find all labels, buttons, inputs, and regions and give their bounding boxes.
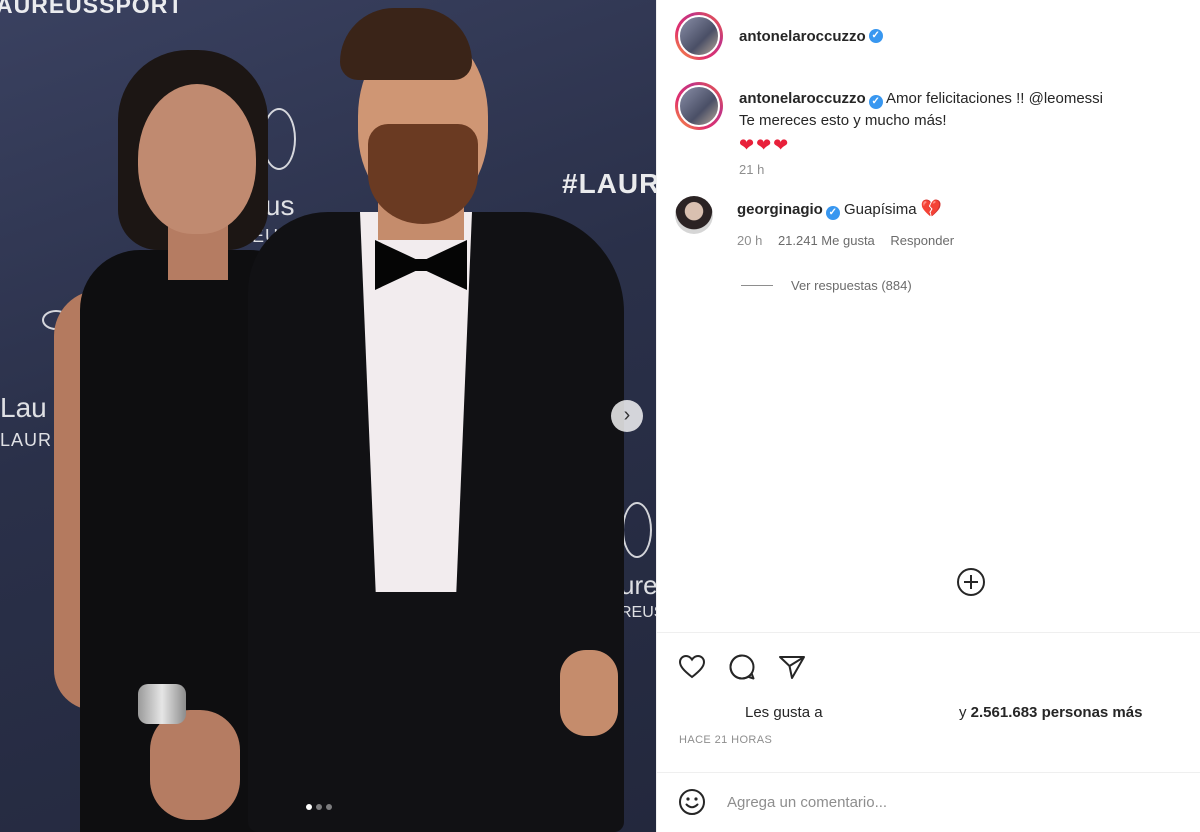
backdrop-right-subtext: REUSS [620, 604, 656, 621]
comment-likes-link[interactable]: 21.241 Me gusta [778, 233, 875, 248]
post-side-panel: antonelaroccuzzo ✓ antonelaroccuzzo ✓ Amo… [656, 0, 1200, 832]
likes-prefix: Les gusta a [745, 704, 823, 721]
verified-badge-icon: ✓ [868, 29, 883, 43]
post-timestamp: HACE 21 HORAS [679, 734, 773, 746]
caption-text: antonelaroccuzzo ✓ Amor felicitaciones !!… [739, 88, 1179, 156]
caption-mention-link[interactable]: @leomessi [1029, 90, 1103, 107]
carousel-dot [316, 804, 322, 810]
caption-username[interactable]: antonelaroccuzzo [739, 90, 866, 107]
woman-hand [150, 710, 240, 820]
woman-face [138, 84, 256, 234]
backdrop-left-subtext: LAUR [0, 430, 53, 450]
view-replies-button[interactable]: Ver respuestas (884) [741, 278, 912, 293]
caption-avatar[interactable] [675, 82, 723, 130]
man-beard [368, 124, 478, 224]
backdrop-left-text: Lau [0, 392, 47, 423]
chevron-right-icon: › [623, 404, 631, 426]
post-photo[interactable]: AUREUSSPORT #LAUR reus REUSSPORT Lau LAU… [0, 0, 656, 832]
commenter-username[interactable]: georginagio [737, 201, 823, 218]
plus-circle-icon[interactable] [955, 566, 987, 598]
likes-count: 2.561.683 personas más [970, 704, 1143, 721]
author-avatar[interactable] [675, 12, 723, 60]
verified-badge-icon: ✓ [825, 206, 840, 220]
carousel-dots [306, 804, 332, 810]
send-icon[interactable] [777, 652, 807, 682]
comment-message: Guapísima [844, 201, 917, 218]
heart-icon[interactable] [677, 652, 707, 682]
author-username[interactable]: antonelaroccuzzo [739, 28, 866, 45]
verified-badge-icon: ✓ [868, 95, 883, 109]
caption-time: 21 h [739, 162, 765, 177]
comment-text: georginagio ✓ Guapísima 💔 [737, 199, 942, 220]
reply-button[interactable]: Responder [890, 233, 954, 248]
comment-time: 20 h [737, 233, 763, 248]
heart-emojis: ❤❤❤ [739, 135, 791, 155]
silver-cuff-bracelet [138, 684, 186, 724]
man-hair [340, 8, 472, 80]
caption-message: Amor felicitaciones !! [886, 90, 1029, 107]
likes-count-link[interactable]: y 2.561.683 personas más [959, 704, 1142, 721]
caption-line-2: Te mereces esto y mucho más! [739, 112, 947, 129]
backdrop-hashtag: #LAUR [562, 168, 656, 199]
comment-meta: 20 h 21.241 Me gusta Responder [737, 233, 966, 248]
action-bar [677, 652, 807, 682]
smiley-icon[interactable] [677, 787, 707, 817]
likes-conjunction: y [959, 704, 967, 721]
broken-heart-emoji: 💔 [920, 199, 942, 218]
carousel-dot [326, 804, 332, 810]
comment-icon[interactable] [727, 652, 757, 682]
backdrop-sign-top: AUREUSSPORT [0, 0, 184, 18]
add-comment-bar [657, 772, 1200, 832]
view-replies-label: Ver respuestas (884) [791, 278, 912, 293]
laurel-logo [622, 502, 652, 558]
backdrop-right-text: ure [620, 570, 656, 600]
replies-divider [741, 285, 773, 286]
commenter-avatar[interactable] [675, 196, 713, 234]
comment-input[interactable] [727, 793, 1147, 811]
post-header: antonelaroccuzzo ✓ [675, 12, 883, 60]
carousel-next-button[interactable]: › [611, 400, 643, 432]
carousel-dot [306, 804, 312, 810]
man-hand [560, 650, 618, 736]
section-divider [657, 632, 1200, 633]
